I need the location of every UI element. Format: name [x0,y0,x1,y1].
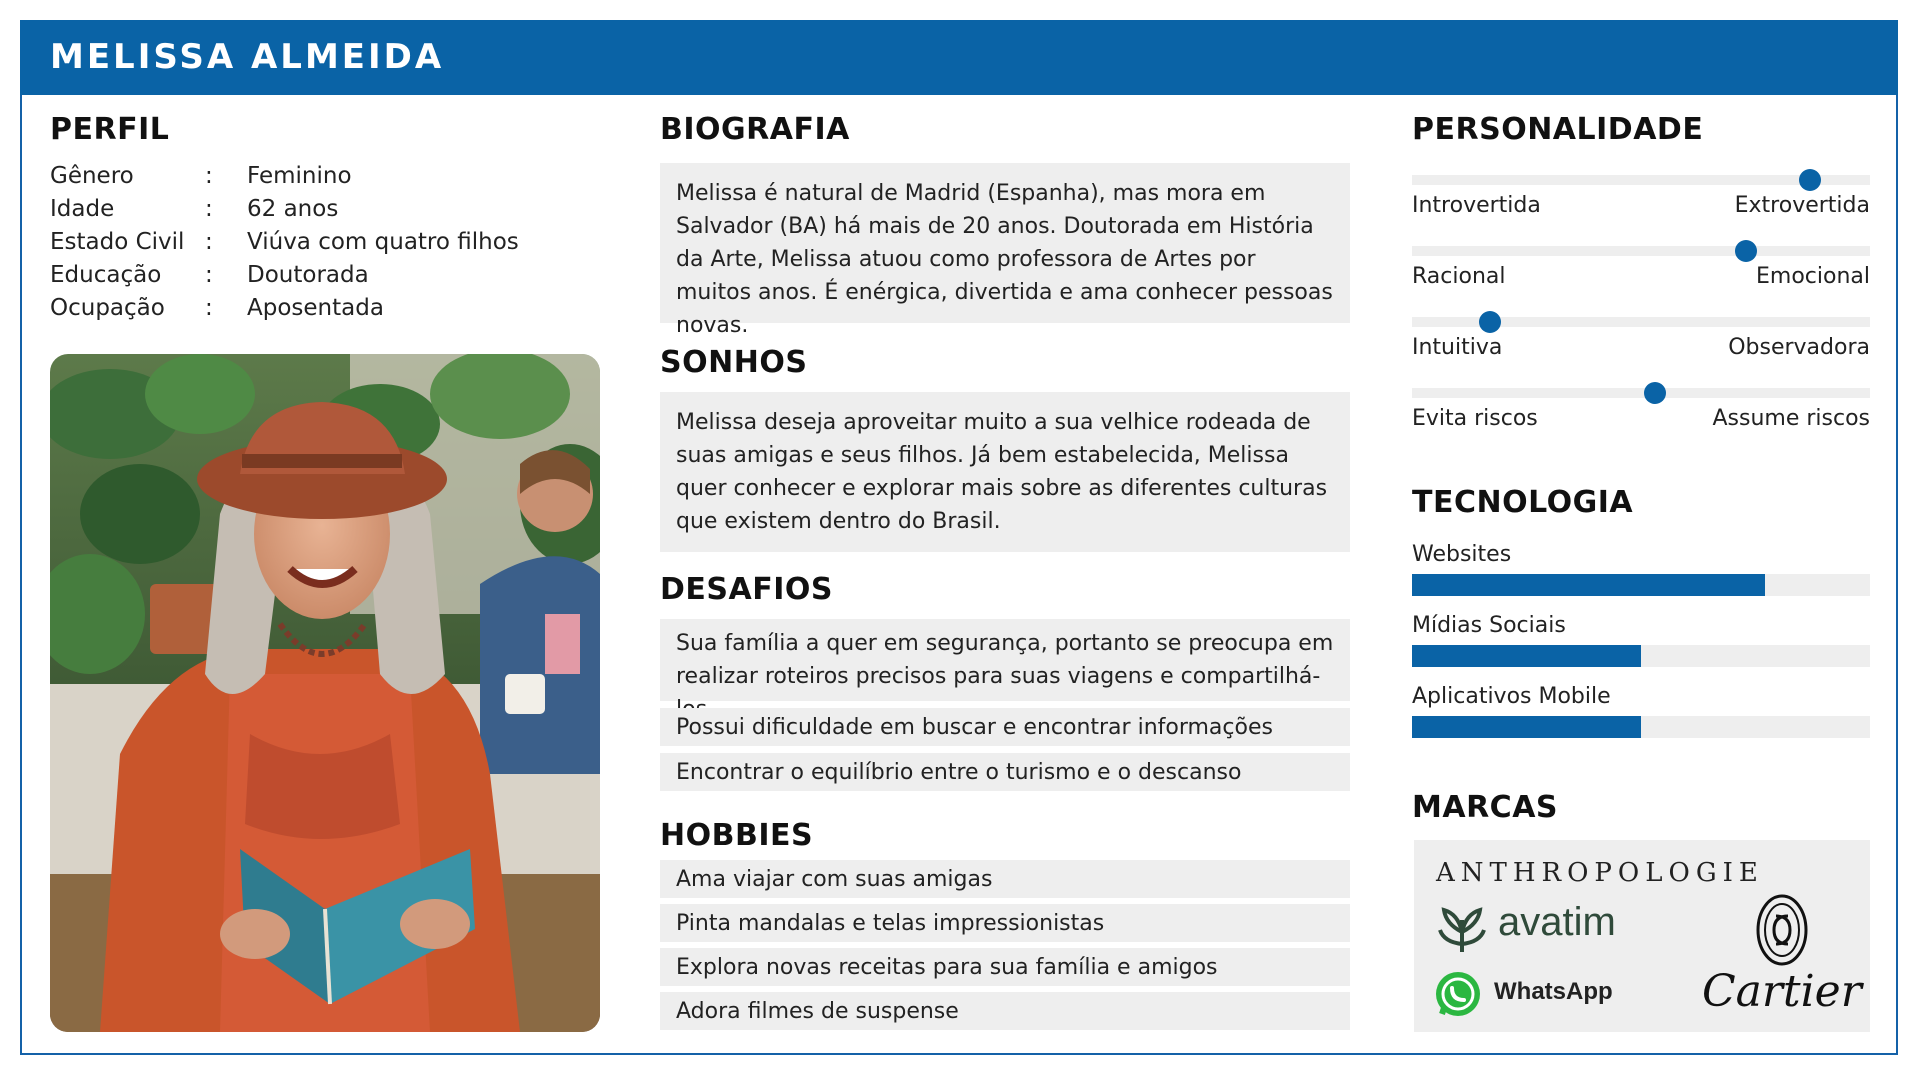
dreams-title: SONHOS [660,345,808,380]
persona-name: MELISSA ALMEIDA [50,37,445,77]
anthropologie-logo: ANTHROPOLOGIE [1436,858,1764,888]
profile-colon: : [205,196,213,222]
profile-value: Feminino [247,163,352,189]
slider-right-label: Observadora [1728,335,1870,360]
avatim-leaf-icon [1434,902,1494,962]
slider-left-label: Racional [1412,264,1506,289]
profile-label: Educação [50,262,162,288]
profile-label: Gênero [50,163,134,189]
profile-colon: : [205,163,213,189]
tech-bar-fill [1412,716,1641,738]
technology-title: TECNOLOGIA [1412,485,1634,520]
profile-label: Estado Civil [50,229,185,255]
biography-text: Melissa é natural de Madrid (Espanha), m… [660,163,1350,338]
hobby-item: Adora filmes de suspense [660,992,1350,1030]
profile-title: PERFIL [50,112,170,147]
hobbies-title: HOBBIES [660,818,814,853]
profile-colon: : [205,262,213,288]
challenge-item: Encontrar o equilíbrio entre o turismo e… [660,753,1350,791]
slider-track [1412,388,1870,398]
avatim-logo: avatim [1498,900,1616,944]
profile-row: Ocupação : Aposentada [50,292,610,325]
tech-label: Mídias Sociais [1412,613,1566,638]
tech-label: Aplicativos Mobile [1412,684,1611,709]
whatsapp-icon [1434,970,1482,1018]
profile-value: Viúva com quatro filhos [247,229,519,255]
slider-knob [1643,382,1666,404]
hobby-item: Ama viajar com suas amigas [660,860,1350,898]
brands-panel: ANTHROPOLOGIE avatim WhatsApp Cartier [1414,840,1870,1032]
profile-value: Aposentada [247,295,384,321]
slider-left-label: Intuitiva [1412,335,1503,360]
tech-bar-fill [1412,645,1641,667]
dreams-text: Melissa deseja aproveitar muito a sua ve… [660,392,1350,552]
whatsapp-logo: WhatsApp [1494,978,1613,1005]
tech-item: Aplicativos Mobile [1412,682,1870,738]
profile-value: Doutorada [247,262,369,288]
profile-label: Idade [50,196,115,222]
tech-bar-track [1412,716,1870,738]
slider-track [1412,246,1870,256]
slider-left-label: Introvertida [1412,193,1541,218]
header-bar: MELISSA ALMEIDA [20,20,1898,95]
biography-title: BIOGRAFIA [660,112,850,147]
hobby-item: Explora novas receitas para sua família … [660,948,1350,986]
challenge-item: Possui dificuldade em buscar e encontrar… [660,708,1350,746]
persona-photo [50,354,600,1032]
profile-value: 62 anos [247,196,339,222]
tech-item: Websites [1412,540,1870,596]
slider-right-label: Emocional [1756,264,1870,289]
profile-row: Estado Civil : Viúva com quatro filhos [50,226,610,259]
profile-row: Gênero : Feminino [50,160,610,193]
profile-colon: : [205,295,213,321]
challenges-title: DESAFIOS [660,572,833,607]
personality-title: PERSONALIDADE [1412,112,1704,147]
profile-label: Ocupação [50,295,165,321]
cartier-double-c-icon [1752,892,1812,968]
tech-bar-fill [1412,574,1765,596]
slider-right-label: Extrovertida [1734,193,1870,218]
profile-list: Gênero : Feminino Idade : 62 anos Estado… [50,160,610,325]
brands-title: MARCAS [1412,790,1559,825]
cartier-logo: Cartier [1702,966,1862,1017]
tech-bar-track [1412,645,1870,667]
tech-bar-track [1412,574,1870,596]
tech-label: Websites [1412,542,1512,567]
slider-left-label: Evita riscos [1412,406,1538,431]
slider-knob [1478,311,1501,333]
hobby-item: Pinta mandalas e telas impressionistas [660,904,1350,942]
profile-row: Educação : Doutorada [50,259,610,292]
challenge-item: Sua família a quer em segurança, portant… [660,619,1350,722]
profile-colon: : [205,229,213,255]
slider-right-label: Assume riscos [1712,406,1870,431]
tech-item: Mídias Sociais [1412,611,1870,667]
profile-row: Idade : 62 anos [50,193,610,226]
